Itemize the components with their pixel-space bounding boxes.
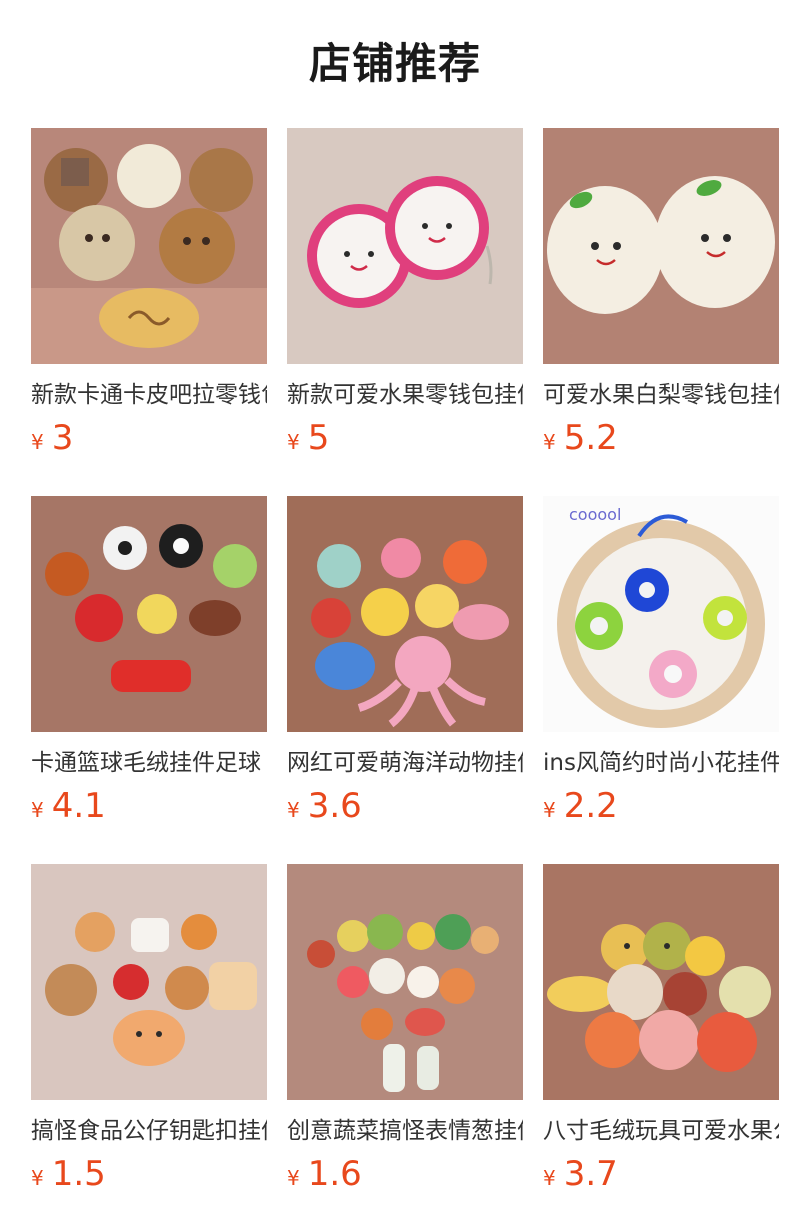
product-name[interactable]: ins风简约时尚小花挂件 bbox=[543, 746, 779, 780]
product-card[interactable]: 可爱水果白梨零钱包挂件 ¥5.2 bbox=[543, 128, 779, 496]
price-row: ¥5.2 bbox=[543, 418, 779, 458]
product-image[interactable] bbox=[543, 864, 779, 1100]
store-recommendation-page: 店铺推荐 新款卡通卡皮吧拉零钱包 ¥ 3 新款可爱水果零钱包挂件 ¥ 5 可爱水… bbox=[0, 0, 790, 1232]
product-price: 3 bbox=[51, 418, 74, 458]
svg-text:cooool: cooool bbox=[569, 505, 621, 524]
price-row: ¥4.1 bbox=[31, 786, 267, 826]
currency-symbol: ¥ bbox=[287, 1166, 300, 1190]
product-name[interactable]: 新款卡通卡皮吧拉零钱包 bbox=[31, 378, 267, 412]
product-name[interactable]: 网红可爱萌海洋动物挂件 bbox=[287, 746, 523, 780]
product-card[interactable]: 创意蔬菜搞怪表情葱挂件 ¥1.6 bbox=[287, 864, 523, 1232]
product-name[interactable]: 卡通篮球毛绒挂件足球 bbox=[31, 746, 267, 780]
product-image[interactable]: cooool bbox=[543, 496, 779, 732]
currency-symbol: ¥ bbox=[543, 798, 556, 822]
product-price: 4.1 bbox=[51, 786, 106, 826]
product-image[interactable] bbox=[31, 864, 267, 1100]
currency-symbol: ¥ bbox=[287, 430, 300, 454]
currency-symbol: ¥ bbox=[543, 1166, 556, 1190]
product-name[interactable]: 八寸毛绒玩具可爱水果公仔 bbox=[543, 1114, 779, 1148]
price-row: ¥3.6 bbox=[287, 786, 523, 826]
price-row: ¥1.6 bbox=[287, 1154, 523, 1194]
product-name[interactable]: 创意蔬菜搞怪表情葱挂件 bbox=[287, 1114, 523, 1148]
currency-symbol: ¥ bbox=[287, 798, 300, 822]
currency-symbol: ¥ bbox=[543, 430, 556, 454]
product-image[interactable] bbox=[287, 496, 523, 732]
price-row: ¥2.2 bbox=[543, 786, 779, 826]
product-price: 3.6 bbox=[307, 786, 362, 826]
product-card[interactable]: 新款卡通卡皮吧拉零钱包 ¥3 bbox=[31, 128, 267, 496]
product-price: 5.2 bbox=[563, 418, 618, 458]
product-image[interactable] bbox=[287, 864, 523, 1100]
product-card[interactable]: cooool ins风简约时尚小花挂件 ¥2.2 bbox=[543, 496, 779, 864]
page-title: 店铺推荐 bbox=[308, 39, 481, 88]
product-price: 2.2 bbox=[563, 786, 618, 826]
price-row: ¥3 bbox=[31, 418, 267, 458]
product-name[interactable]: 新款可爱水果零钱包挂件 bbox=[287, 378, 523, 412]
product-card[interactable]: 八寸毛绒玩具可爱水果公仔 ¥3.7 bbox=[543, 864, 779, 1232]
currency-symbol: ¥ bbox=[31, 430, 44, 454]
product-price: 1.5 bbox=[51, 1154, 106, 1194]
currency-symbol: ¥ bbox=[31, 798, 44, 822]
product-card[interactable]: 新款可爱水果零钱包挂件 ¥5 bbox=[287, 128, 523, 496]
product-image[interactable] bbox=[31, 496, 267, 732]
currency-symbol: ¥ bbox=[31, 1166, 44, 1190]
product-price: 1.6 bbox=[307, 1154, 362, 1194]
price-row: ¥3.7 bbox=[543, 1154, 779, 1194]
product-price: 5 bbox=[307, 418, 330, 458]
product-name[interactable]: 可爱水果白梨零钱包挂件 bbox=[543, 378, 779, 412]
product-card[interactable]: 网红可爱萌海洋动物挂件 ¥3.6 bbox=[287, 496, 523, 864]
product-card[interactable]: 卡通篮球毛绒挂件足球 ¥4.1 bbox=[31, 496, 267, 864]
price-row: ¥5 bbox=[287, 418, 523, 458]
product-price: 3.7 bbox=[563, 1154, 618, 1194]
product-name[interactable]: 搞怪食品公仔钥匙扣挂件 bbox=[31, 1114, 267, 1148]
product-image[interactable] bbox=[543, 128, 779, 364]
product-image[interactable] bbox=[287, 128, 523, 364]
product-image[interactable] bbox=[31, 128, 267, 364]
price-row: ¥1.5 bbox=[31, 1154, 267, 1194]
product-card[interactable]: 搞怪食品公仔钥匙扣挂件 ¥1.5 bbox=[31, 864, 267, 1232]
product-grid: 新款卡通卡皮吧拉零钱包 ¥3 新款可爱水果零钱包挂件 ¥ 5 可爱水果白梨零钱包… bbox=[31, 128, 779, 1232]
